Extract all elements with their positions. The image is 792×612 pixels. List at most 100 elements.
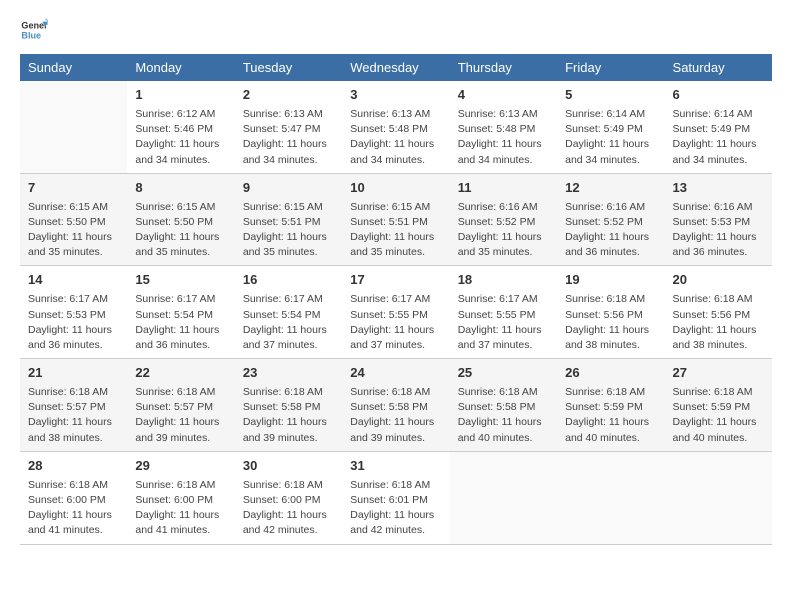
- day-number: 17: [350, 271, 441, 290]
- calendar-cell: 17Sunrise: 6:17 AM Sunset: 5:55 PM Dayli…: [342, 266, 449, 359]
- day-header-wednesday: Wednesday: [342, 54, 449, 81]
- calendar-cell: 9 Sunrise: 6:15 AM Sunset: 5:51 PM Daylig…: [235, 173, 342, 266]
- calendar-cell: 21 Sunrise: 6:18 AM Sunset: 5:57 PM Dayli…: [20, 359, 127, 452]
- calendar-cell: [450, 451, 557, 544]
- day-info: Sunrise: 6:14 AM Sunset: 5:49 PM Dayligh…: [673, 107, 764, 168]
- day-info: Sunrise: 6:12 AM Sunset: 5:46 PM Dayligh…: [135, 107, 226, 168]
- day-number: 22: [135, 364, 226, 383]
- calendar-cell: 15 Sunrise: 6:17 AM Sunset: 5:54 PM Dayli…: [127, 266, 234, 359]
- day-info: Sunrise: 6:17 AM Sunset: 5:54 PM Dayligh…: [135, 292, 226, 353]
- day-header-monday: Monday: [127, 54, 234, 81]
- calendar-cell: 1 Sunrise: 6:12 AM Sunset: 5:46 PM Daylig…: [127, 81, 234, 173]
- day-number: 19: [565, 271, 656, 290]
- calendar-table: SundayMondayTuesdayWednesdayThursdayFrid…: [20, 54, 772, 545]
- day-header-sunday: Sunday: [20, 54, 127, 81]
- day-number: 27: [673, 364, 764, 383]
- logo: General Blue: [20, 16, 50, 44]
- day-number: 11: [458, 179, 549, 198]
- calendar-cell: 24Sunrise: 6:18 AM Sunset: 5:58 PM Dayli…: [342, 359, 449, 452]
- day-number: 5: [565, 86, 656, 105]
- day-header-friday: Friday: [557, 54, 664, 81]
- calendar-cell: 26 Sunrise: 6:18 AM Sunset: 5:59 PM Dayli…: [557, 359, 664, 452]
- calendar-cell: 13Sunrise: 6:16 AM Sunset: 5:53 PM Dayli…: [665, 173, 772, 266]
- day-info: Sunrise: 6:15 AM Sunset: 5:51 PM Dayligh…: [350, 200, 441, 261]
- day-header-saturday: Saturday: [665, 54, 772, 81]
- calendar-cell: 30 Sunrise: 6:18 AM Sunset: 6:00 PM Dayli…: [235, 451, 342, 544]
- day-number: 21: [28, 364, 119, 383]
- week-row-2: 7Sunrise: 6:15 AM Sunset: 5:50 PM Daylig…: [20, 173, 772, 266]
- day-number: 29: [135, 457, 226, 476]
- week-row-1: 1 Sunrise: 6:12 AM Sunset: 5:46 PM Daylig…: [20, 81, 772, 173]
- day-number: 30: [243, 457, 334, 476]
- day-info: Sunrise: 6:17 AM Sunset: 5:53 PM Dayligh…: [28, 292, 119, 353]
- calendar-cell: 10 Sunrise: 6:15 AM Sunset: 5:51 PM Dayli…: [342, 173, 449, 266]
- day-info: Sunrise: 6:13 AM Sunset: 5:48 PM Dayligh…: [458, 107, 549, 168]
- day-info: Sunrise: 6:13 AM Sunset: 5:48 PM Dayligh…: [350, 107, 441, 168]
- day-number: 18: [458, 271, 549, 290]
- day-info: Sunrise: 6:18 AM Sunset: 6:00 PM Dayligh…: [28, 478, 119, 539]
- day-info: Sunrise: 6:18 AM Sunset: 5:58 PM Dayligh…: [458, 385, 549, 446]
- day-number: 1: [135, 86, 226, 105]
- calendar-cell: 28 Sunrise: 6:18 AM Sunset: 6:00 PM Dayli…: [20, 451, 127, 544]
- day-number: 10: [350, 179, 441, 198]
- day-info: Sunrise: 6:15 AM Sunset: 5:50 PM Dayligh…: [28, 200, 119, 261]
- day-info: Sunrise: 6:18 AM Sunset: 5:59 PM Dayligh…: [565, 385, 656, 446]
- calendar-cell: 20Sunrise: 6:18 AM Sunset: 5:56 PM Dayli…: [665, 266, 772, 359]
- calendar-cell: 6 Sunrise: 6:14 AM Sunset: 5:49 PM Daylig…: [665, 81, 772, 173]
- day-number: 3: [350, 86, 441, 105]
- day-info: Sunrise: 6:17 AM Sunset: 5:54 PM Dayligh…: [243, 292, 334, 353]
- day-info: Sunrise: 6:18 AM Sunset: 5:57 PM Dayligh…: [28, 385, 119, 446]
- day-info: Sunrise: 6:18 AM Sunset: 5:57 PM Dayligh…: [135, 385, 226, 446]
- calendar-cell: [20, 81, 127, 173]
- day-number: 15: [135, 271, 226, 290]
- day-info: Sunrise: 6:14 AM Sunset: 5:49 PM Dayligh…: [565, 107, 656, 168]
- day-info: Sunrise: 6:17 AM Sunset: 5:55 PM Dayligh…: [458, 292, 549, 353]
- calendar-cell: 22 Sunrise: 6:18 AM Sunset: 5:57 PM Dayli…: [127, 359, 234, 452]
- day-info: Sunrise: 6:18 AM Sunset: 6:01 PM Dayligh…: [350, 478, 441, 539]
- calendar-cell: 29 Sunrise: 6:18 AM Sunset: 6:00 PM Dayli…: [127, 451, 234, 544]
- day-info: Sunrise: 6:13 AM Sunset: 5:47 PM Dayligh…: [243, 107, 334, 168]
- calendar-cell: 23 Sunrise: 6:18 AM Sunset: 5:58 PM Dayli…: [235, 359, 342, 452]
- calendar-cell: 4 Sunrise: 6:13 AM Sunset: 5:48 PM Daylig…: [450, 81, 557, 173]
- day-info: Sunrise: 6:15 AM Sunset: 5:50 PM Dayligh…: [135, 200, 226, 261]
- day-number: 4: [458, 86, 549, 105]
- day-info: Sunrise: 6:15 AM Sunset: 5:51 PM Dayligh…: [243, 200, 334, 261]
- calendar-cell: [557, 451, 664, 544]
- day-number: 20: [673, 271, 764, 290]
- calendar-cell: 5 Sunrise: 6:14 AM Sunset: 5:49 PM Daylig…: [557, 81, 664, 173]
- day-number: 31: [350, 457, 441, 476]
- day-info: Sunrise: 6:18 AM Sunset: 5:58 PM Dayligh…: [243, 385, 334, 446]
- calendar-cell: 14 Sunrise: 6:17 AM Sunset: 5:53 PM Dayli…: [20, 266, 127, 359]
- calendar-cell: 16Sunrise: 6:17 AM Sunset: 5:54 PM Dayli…: [235, 266, 342, 359]
- calendar-cell: 12Sunrise: 6:16 AM Sunset: 5:52 PM Dayli…: [557, 173, 664, 266]
- week-row-4: 21 Sunrise: 6:18 AM Sunset: 5:57 PM Dayli…: [20, 359, 772, 452]
- day-number: 2: [243, 86, 334, 105]
- day-number: 26: [565, 364, 656, 383]
- calendar-cell: 31 Sunrise: 6:18 AM Sunset: 6:01 PM Dayli…: [342, 451, 449, 544]
- day-number: 9: [243, 179, 334, 198]
- calendar-cell: 7Sunrise: 6:15 AM Sunset: 5:50 PM Daylig…: [20, 173, 127, 266]
- day-info: Sunrise: 6:18 AM Sunset: 6:00 PM Dayligh…: [135, 478, 226, 539]
- calendar-cell: 11Sunrise: 6:16 AM Sunset: 5:52 PM Dayli…: [450, 173, 557, 266]
- calendar-cell: 8 Sunrise: 6:15 AM Sunset: 5:50 PM Daylig…: [127, 173, 234, 266]
- day-header-thursday: Thursday: [450, 54, 557, 81]
- day-number: 14: [28, 271, 119, 290]
- day-info: Sunrise: 6:18 AM Sunset: 6:00 PM Dayligh…: [243, 478, 334, 539]
- day-info: Sunrise: 6:18 AM Sunset: 5:58 PM Dayligh…: [350, 385, 441, 446]
- day-info: Sunrise: 6:16 AM Sunset: 5:53 PM Dayligh…: [673, 200, 764, 261]
- day-info: Sunrise: 6:18 AM Sunset: 5:56 PM Dayligh…: [565, 292, 656, 353]
- day-number: 8: [135, 179, 226, 198]
- week-row-5: 28 Sunrise: 6:18 AM Sunset: 6:00 PM Dayli…: [20, 451, 772, 544]
- calendar-body: 1 Sunrise: 6:12 AM Sunset: 5:46 PM Daylig…: [20, 81, 772, 544]
- calendar-header-row: SundayMondayTuesdayWednesdayThursdayFrid…: [20, 54, 772, 81]
- day-number: 23: [243, 364, 334, 383]
- calendar-cell: 27 Sunrise: 6:18 AM Sunset: 5:59 PM Dayli…: [665, 359, 772, 452]
- day-info: Sunrise: 6:16 AM Sunset: 5:52 PM Dayligh…: [565, 200, 656, 261]
- day-info: Sunrise: 6:18 AM Sunset: 5:59 PM Dayligh…: [673, 385, 764, 446]
- day-number: 28: [28, 457, 119, 476]
- calendar-cell: 3 Sunrise: 6:13 AM Sunset: 5:48 PM Daylig…: [342, 81, 449, 173]
- calendar-cell: 18 Sunrise: 6:17 AM Sunset: 5:55 PM Dayli…: [450, 266, 557, 359]
- logo-icon: General Blue: [20, 16, 48, 44]
- day-number: 25: [458, 364, 549, 383]
- day-number: 6: [673, 86, 764, 105]
